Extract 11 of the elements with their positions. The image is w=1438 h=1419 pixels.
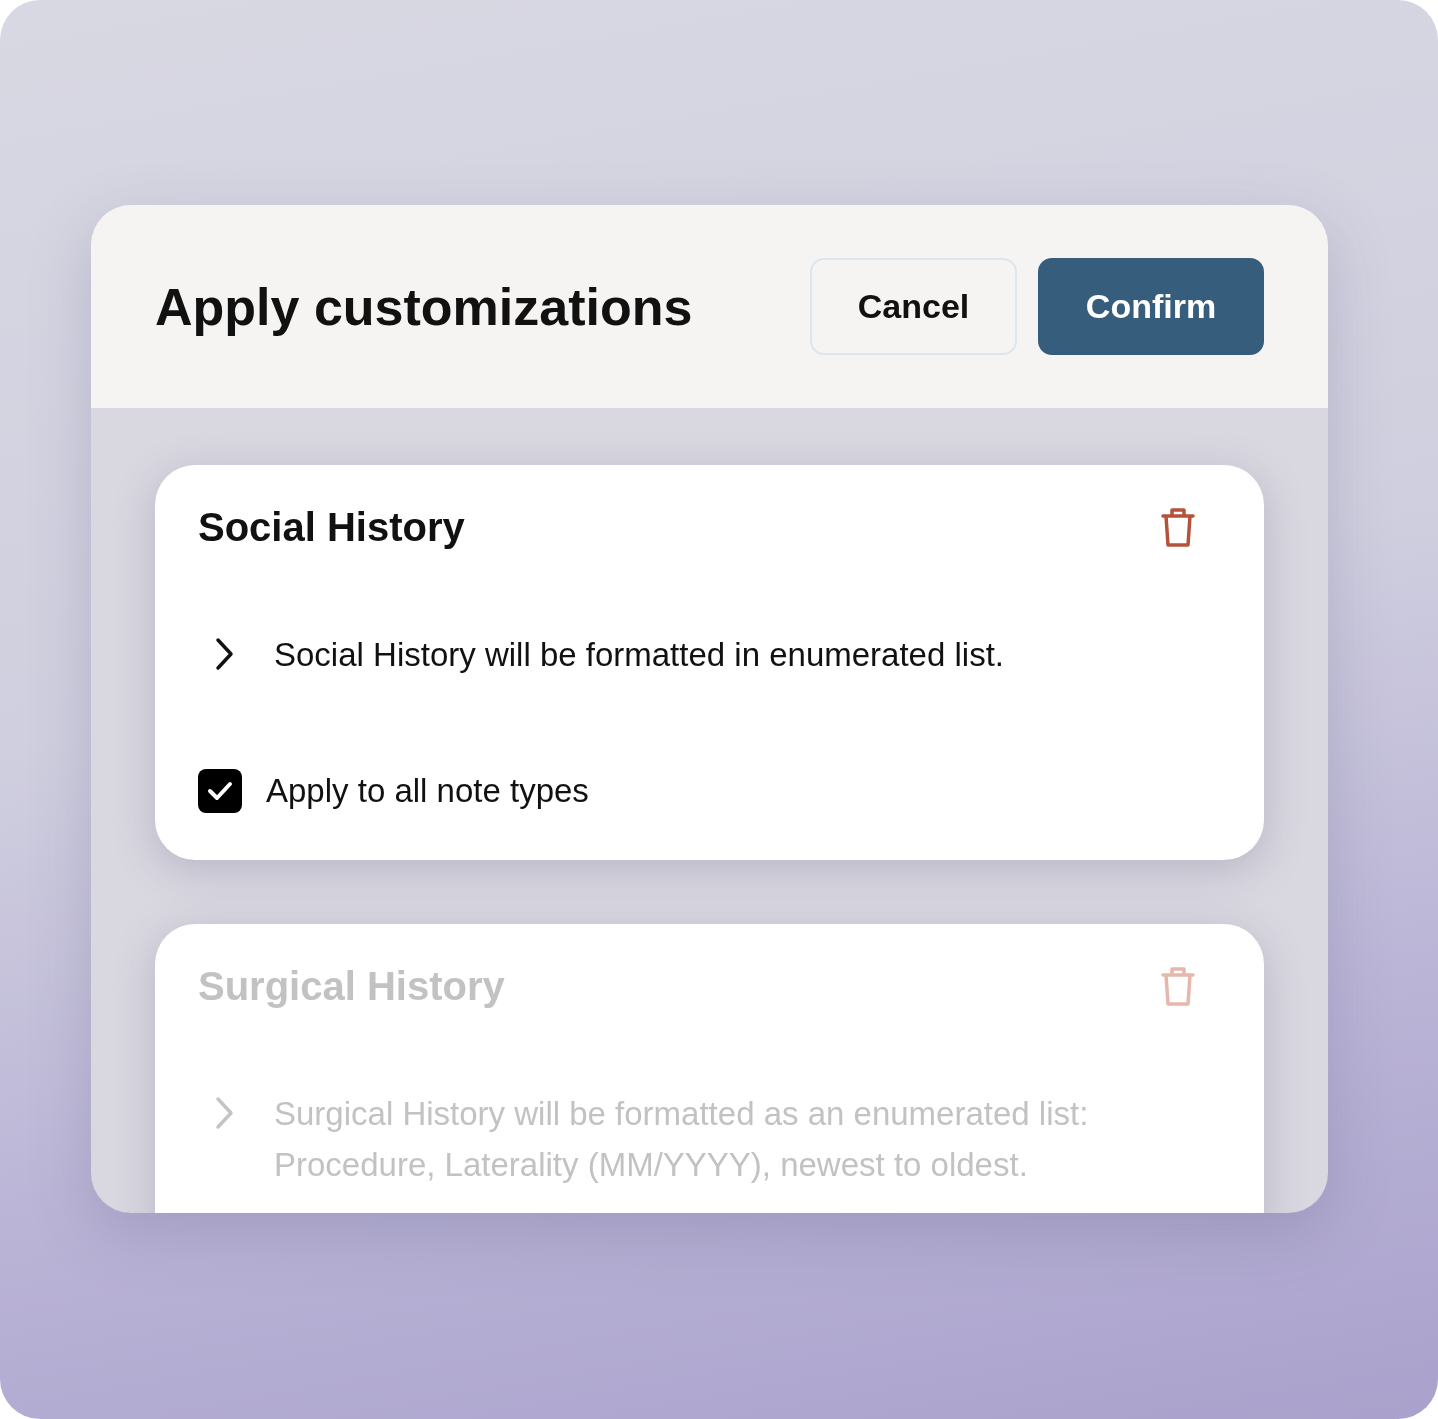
card-title: Surgical History [198,962,505,1010]
chevron-icon[interactable] [214,637,234,671]
checkbox[interactable] [198,768,242,813]
trash-icon[interactable] [1160,506,1196,548]
cancel-button[interactable]: Cancel [810,258,1017,355]
confirm-button[interactable]: Confirm [1038,258,1264,355]
card-title: Social History [198,504,465,551]
card-description: Surgical History will be formatted as an enumerated list: Procedure, Laterality (MM/YYYY), newest to oldest. [274,1093,1090,1185]
checkbox-label: Apply to all note types [266,771,589,812]
card-description: Social History will be formatted in enumerated list. [274,635,1004,675]
dialog-title: Apply customizations [155,276,693,338]
